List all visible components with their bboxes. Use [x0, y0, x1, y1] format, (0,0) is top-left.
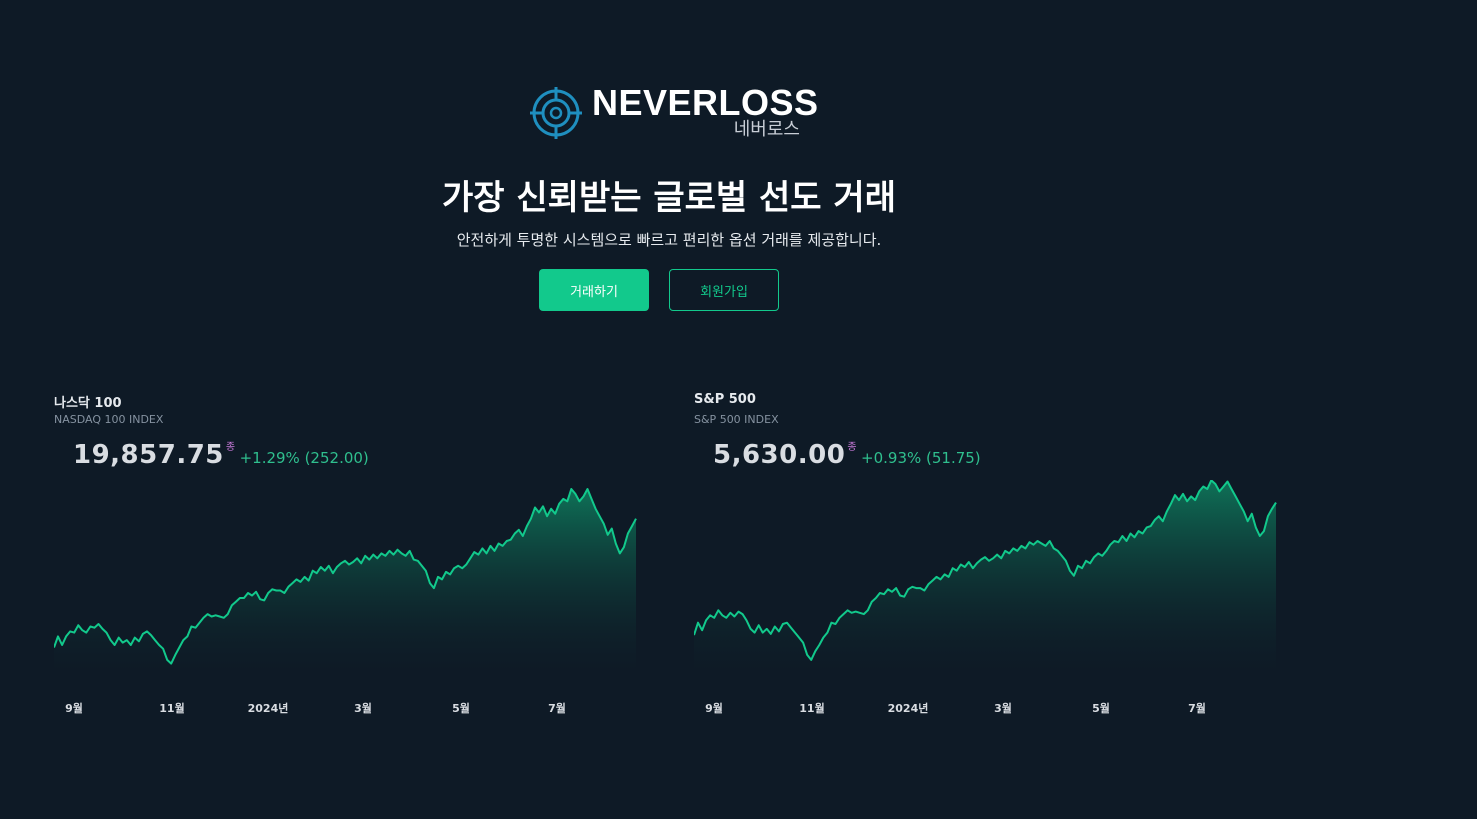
x-tick-label: 5월 — [452, 701, 470, 715]
index-price: 19,857.75 — [73, 440, 224, 470]
nasdaq-area-chart[interactable]: 9월 11월 2024년 3월 5월 7월 — [54, 480, 654, 720]
brand-name-en: NEVERLOSS — [592, 82, 819, 123]
sp500-panel[interactable]: S&P 500 S&P 500 INDEX 5,630.00 종+0.93% (5… — [694, 390, 1294, 730]
index-subtitle: NASDAQ 100 INDEX — [54, 413, 164, 426]
index-title: 나스닥 100 — [54, 396, 122, 411]
x-tick-label: 7월 — [548, 701, 566, 715]
x-tick-label: 11월 — [799, 701, 824, 715]
index-title: S&P 500 — [694, 392, 756, 407]
sp500-area-chart[interactable]: 9월 11월 2024년 3월 5월 7월 — [694, 480, 1294, 720]
series-area — [54, 489, 636, 676]
x-tick-label: 9월 — [705, 701, 723, 715]
index-subtitle: S&P 500 INDEX — [694, 413, 779, 426]
brand-name-ko: 네버로스 — [733, 119, 800, 140]
nasdaq-panel[interactable]: 나스닥 100 NASDAQ 100 INDEX 19,857.75 종+1.29… — [54, 390, 654, 730]
x-tick-label: 3월 — [354, 701, 372, 715]
x-tick-label: 11월 — [159, 701, 184, 715]
series-area — [694, 480, 1276, 676]
hero-subline: 안전하게 투명한 시스템으로 빠르고 편리한 옵션 거래를 제공합니다. — [456, 231, 882, 249]
brand-wordmark: NEVERLOSS 네버로스 — [592, 82, 819, 142]
close-marker: 종 — [225, 442, 236, 453]
hero-headline: 가장 신뢰받는 글로벌 선도 거래 — [442, 178, 896, 218]
close-marker: 종 — [847, 442, 858, 453]
x-tick-label: 5월 — [1092, 701, 1110, 715]
index-change: +0.93% (51.75) — [861, 449, 981, 467]
x-tick-label: 3월 — [994, 701, 1012, 715]
brand-logo[interactable]: NEVERLOSS 네버로스 — [530, 82, 819, 142]
x-tick-label: 2024년 — [248, 701, 289, 715]
crosshair-target-icon — [530, 87, 582, 139]
x-tick-label: 9월 — [65, 701, 83, 715]
trade-button[interactable]: 거래하기 — [539, 269, 649, 311]
index-change: +1.29% (252.00) — [239, 449, 369, 467]
index-price: 5,630.00 — [713, 440, 846, 470]
landing-page: NEVERLOSS 네버로스 가장 신뢰받는 글로벌 선도 거래 안전하게 투명… — [0, 0, 1477, 819]
index-price-row: 19,857.75 종+1.29% (252.00) — [73, 440, 369, 470]
signup-button[interactable]: 회원가입 — [669, 269, 779, 311]
x-tick-label: 7월 — [1188, 701, 1206, 715]
x-tick-label: 2024년 — [888, 701, 929, 715]
index-price-row: 5,630.00 종+0.93% (51.75) — [713, 440, 981, 470]
